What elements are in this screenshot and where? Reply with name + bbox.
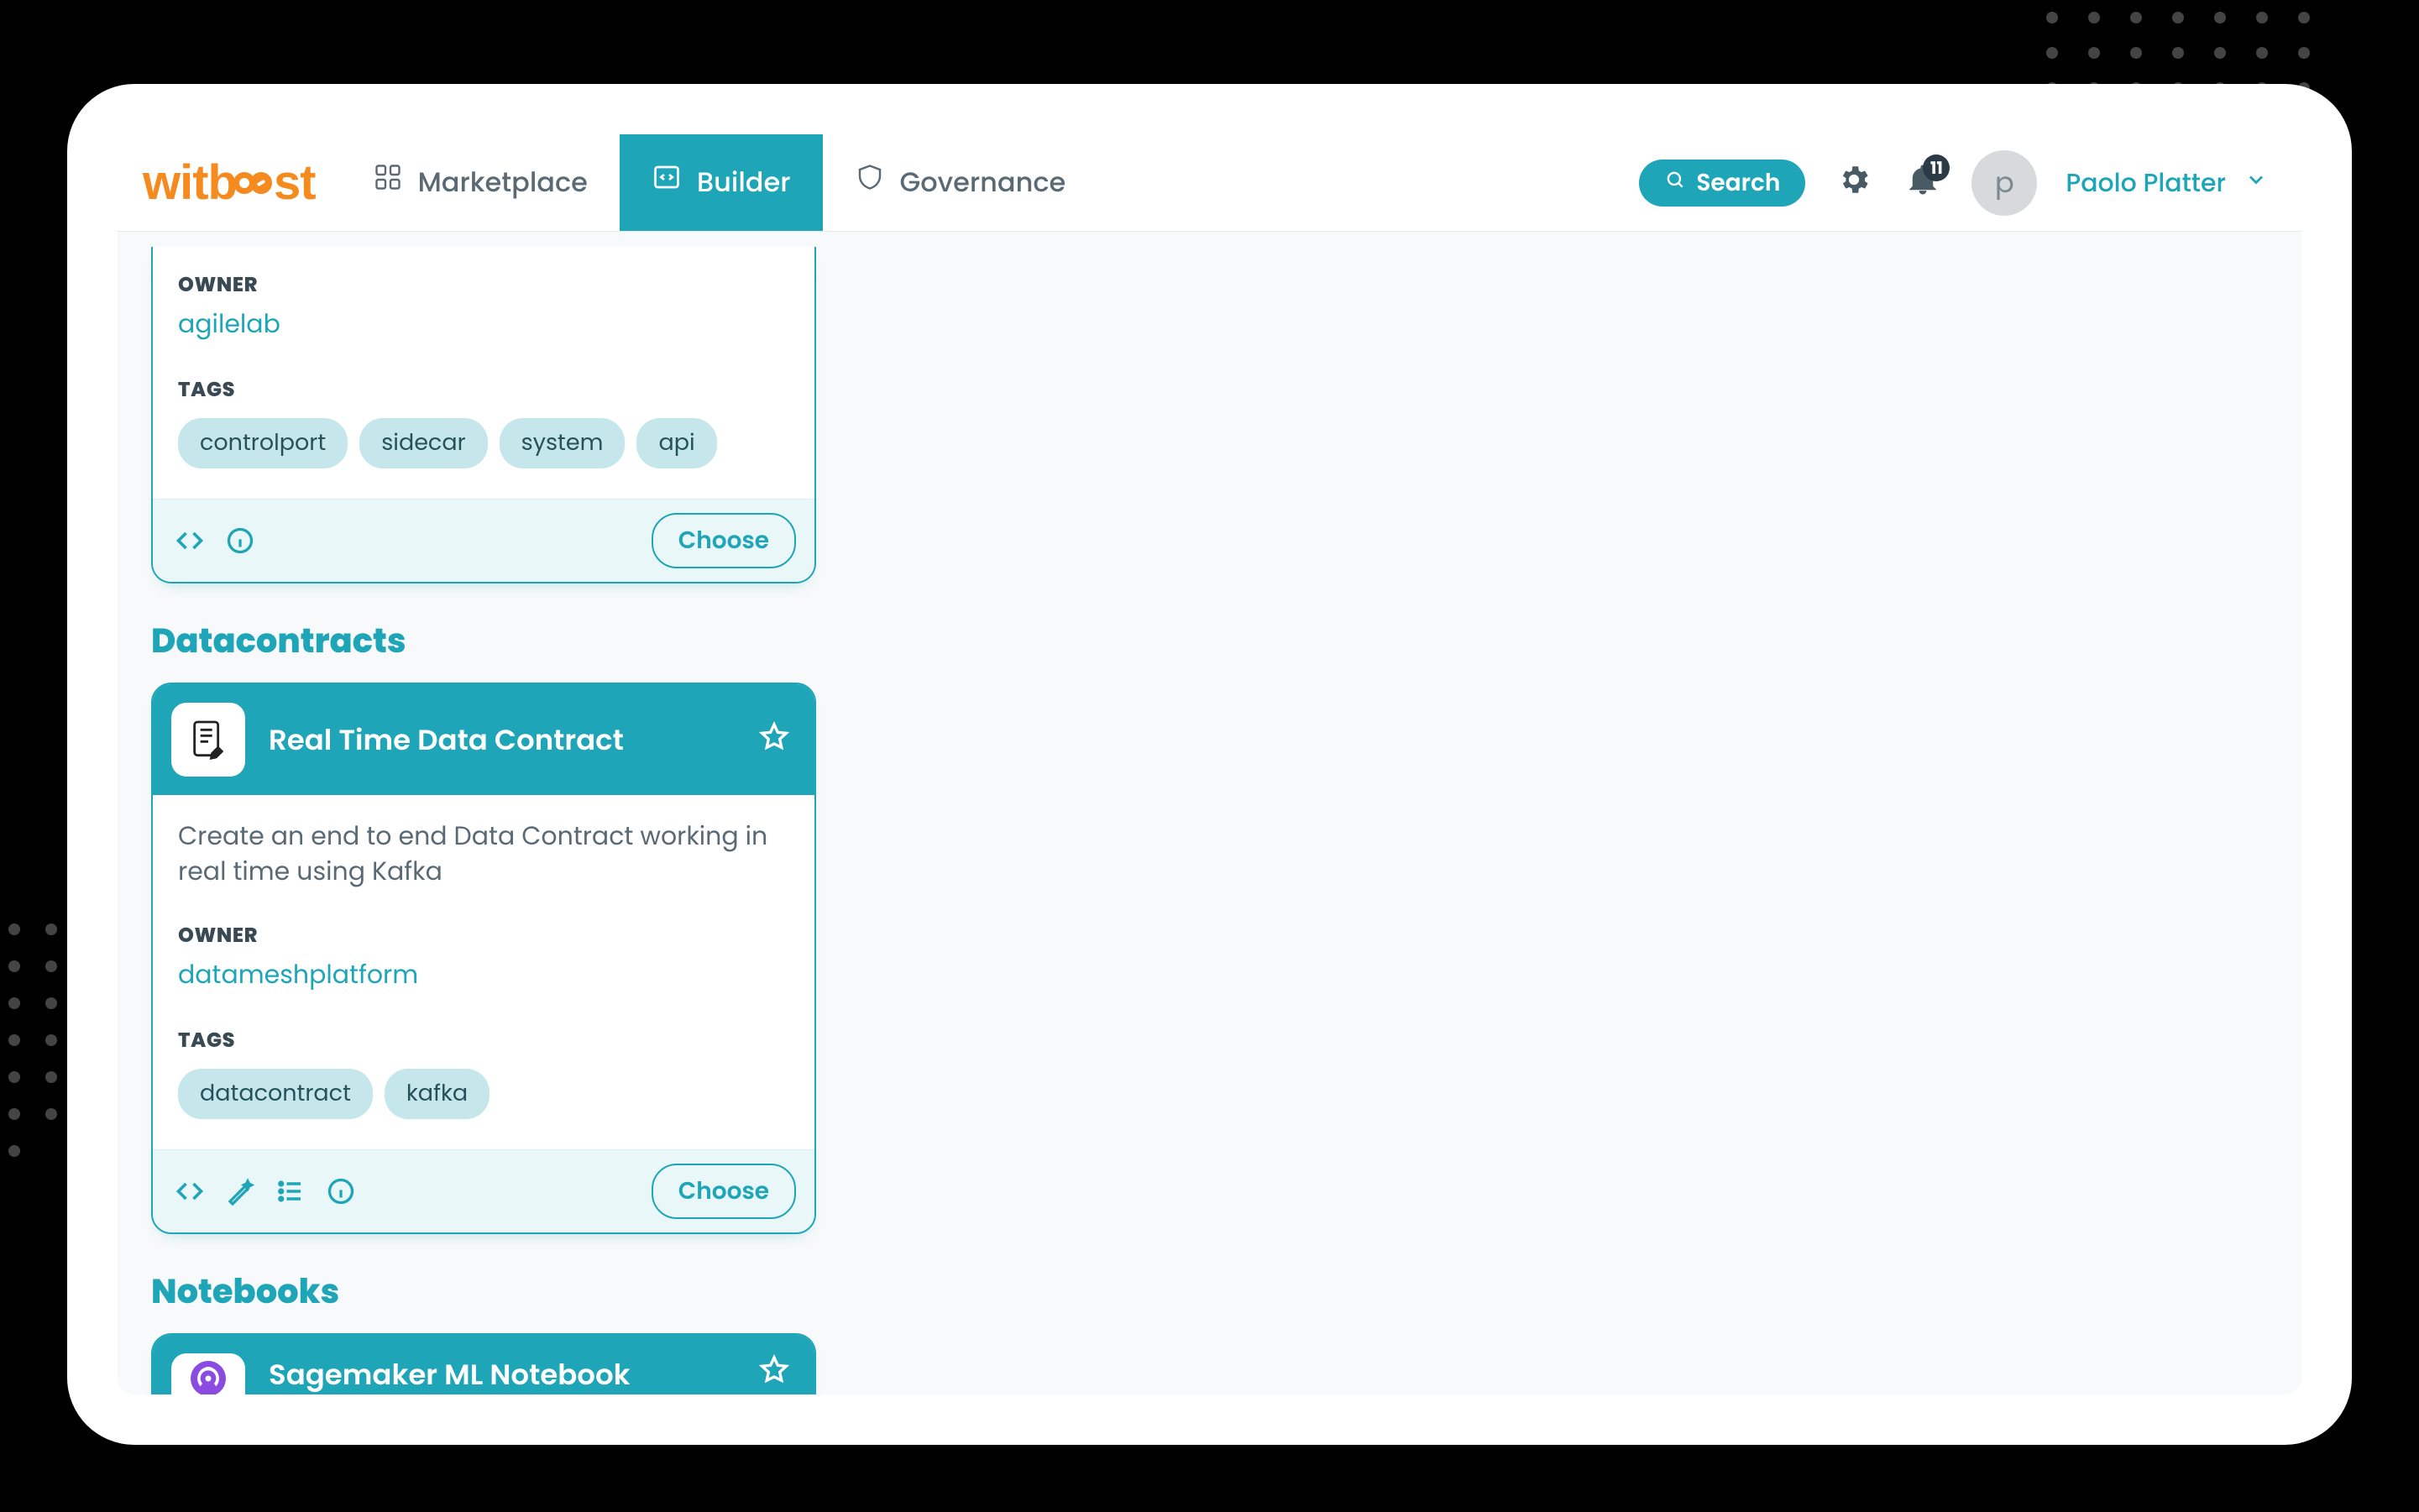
avatar-initial: p — [1995, 161, 2014, 204]
info-icon[interactable] — [222, 522, 259, 559]
nav-right: Search 11 — [1639, 134, 2268, 231]
code-icon[interactable] — [171, 522, 208, 559]
section-title-datacontracts: Datacontracts — [151, 615, 2268, 666]
tag[interactable]: sidecar — [359, 418, 487, 468]
tab-marketplace[interactable]: Marketplace — [341, 134, 620, 231]
tab-label: Marketplace — [418, 163, 588, 203]
shield-icon — [855, 162, 885, 204]
navbar: witbst Marketplace — [118, 134, 2301, 232]
card-header: Real Time Data Contract — [153, 684, 814, 795]
owner-link[interactable]: agilelab — [178, 305, 280, 343]
avatar[interactable]: p — [1971, 150, 2037, 216]
decorative-dots-left — [8, 923, 57, 1157]
card-title: Sagemaker ML Notebook — [269, 1353, 734, 1394]
brand-logo[interactable]: witbst — [131, 134, 341, 231]
tags-label: TAGS — [178, 375, 789, 405]
code-icon[interactable] — [171, 1173, 208, 1210]
card-description: Create an end to end Data Contract worki… — [178, 819, 789, 889]
sagemaker-icon — [171, 1353, 245, 1394]
autofix-magic-icon[interactable] — [222, 1173, 259, 1210]
tab-label: Governance — [900, 163, 1066, 203]
template-card: Real Time Data Contract Create an end to… — [151, 683, 816, 1234]
template-card: Sagemaker ML Notebook — [151, 1333, 816, 1394]
search-button[interactable]: Search — [1639, 160, 1805, 207]
nav-tabs: Marketplace Builder — [341, 134, 1098, 231]
star-icon[interactable] — [757, 720, 791, 760]
contract-document-icon — [171, 703, 245, 777]
card-footer: Choose — [153, 1149, 814, 1232]
content-area: OWNER agilelab TAGS controlport sidecar … — [118, 232, 2301, 1394]
user-name: Paolo Platter — [2066, 164, 2226, 202]
search-label: Search — [1696, 165, 1780, 201]
section-title-notebooks: Notebooks — [151, 1266, 2268, 1316]
choose-button[interactable]: Choose — [652, 513, 796, 568]
tag[interactable]: api — [636, 418, 716, 468]
tag[interactable]: system — [500, 418, 626, 468]
marketplace-grid-icon — [373, 162, 403, 204]
owner-link[interactable]: datameshplatform — [178, 955, 418, 994]
decorative-dots-top — [2046, 12, 2310, 94]
tag[interactable]: controlport — [178, 418, 348, 468]
search-icon — [1664, 165, 1686, 201]
list-icon[interactable] — [272, 1173, 309, 1210]
star-icon[interactable] — [757, 1353, 791, 1393]
device-frame: witbst Marketplace — [67, 84, 2352, 1445]
card-header: Sagemaker ML Notebook — [153, 1335, 814, 1394]
tag[interactable]: datacontract — [178, 1069, 373, 1119]
tag-list: datacontract kafka — [178, 1069, 789, 1119]
tag-list: controlport sidecar system api — [178, 418, 789, 468]
owner-label: OWNER — [178, 270, 789, 300]
info-icon[interactable] — [322, 1173, 359, 1210]
tab-builder[interactable]: Builder — [620, 134, 823, 231]
app-screen: witbst Marketplace — [118, 134, 2301, 1394]
choose-button[interactable]: Choose — [652, 1164, 796, 1219]
chevron-down-icon — [2244, 164, 2268, 202]
owner-label: OWNER — [178, 921, 789, 950]
tags-label: TAGS — [178, 1026, 789, 1055]
notifications-button[interactable]: 11 — [1903, 163, 1943, 203]
settings-button[interactable] — [1834, 163, 1874, 203]
gear-icon — [1836, 162, 1872, 203]
tab-label: Builder — [697, 163, 791, 203]
card-title: Real Time Data Contract — [269, 719, 734, 761]
template-card: OWNER agilelab TAGS controlport sidecar … — [151, 247, 816, 583]
code-window-icon — [652, 162, 682, 204]
tab-governance[interactable]: Governance — [823, 134, 1098, 231]
user-menu[interactable]: Paolo Platter — [2066, 164, 2268, 202]
notification-badge: 11 — [1923, 154, 1950, 181]
tag[interactable]: kafka — [385, 1069, 490, 1119]
card-footer: Choose — [153, 499, 814, 582]
